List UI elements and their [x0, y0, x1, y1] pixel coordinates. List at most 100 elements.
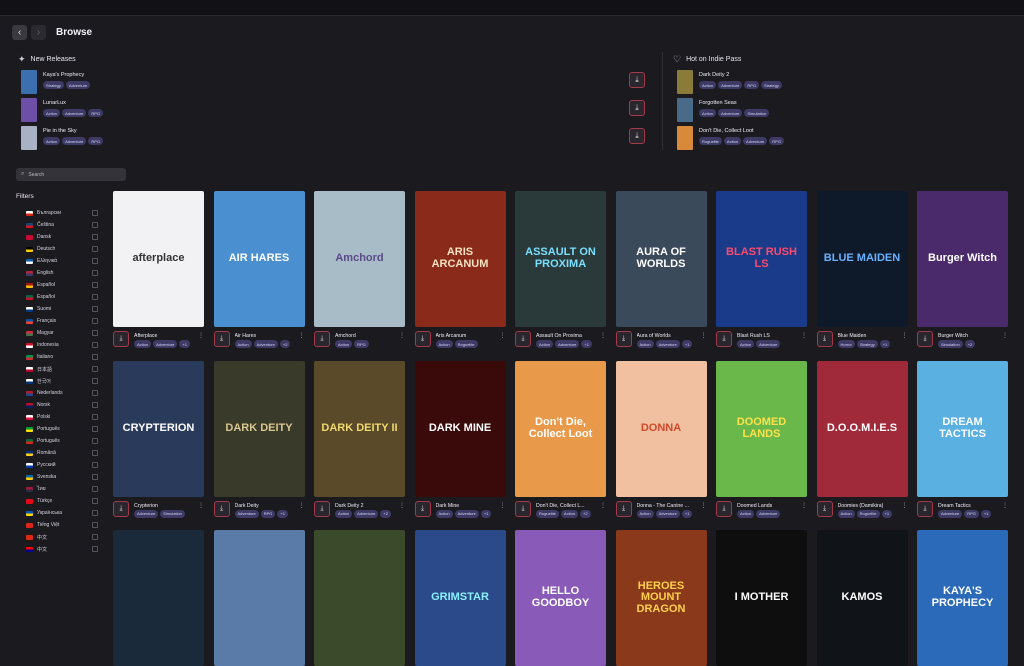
game-card[interactable]: DONNA ⤓ Donna - The Canine ... ⋮ Action Adven…: [615, 360, 707, 523]
language-checkbox[interactable]: [92, 222, 98, 228]
game-cover[interactable]: KAYA'S PROPHECY: [917, 530, 1008, 666]
game-cover[interactable]: HELLO GOODBOY: [515, 530, 606, 666]
language-checkbox[interactable]: [92, 390, 98, 396]
language-filter-item[interactable]: Türkçe: [26, 495, 100, 507]
language-checkbox[interactable]: [92, 486, 98, 492]
download-button[interactable]: ⤓: [213, 331, 230, 347]
more-options-icon[interactable]: ⋮: [500, 332, 506, 339]
language-filter-item[interactable]: Português: [26, 423, 100, 435]
language-filter-item[interactable]: Svenska: [26, 471, 100, 483]
language-checkbox[interactable]: [92, 270, 98, 276]
game-card[interactable]: BLAST RUSH LS ⤓ Blast Rush LS ⋮ Action Advent…: [716, 191, 807, 353]
language-checkbox[interactable]: [92, 522, 98, 528]
more-options-icon[interactable]: ⋮: [701, 332, 707, 339]
game-card[interactable]: D.O.O.M.I.E.S ⤓ Doomies (Damikira) ⋮ Action R…: [816, 360, 908, 523]
more-options-icon[interactable]: ⋮: [902, 332, 908, 339]
game-cover[interactable]: [213, 530, 305, 666]
game-card[interactable]: HEROES MOUNT DRAGON: [615, 530, 707, 666]
game-card[interactable]: ARIS ARCANUM ⤓ Aris Arcanum ⋮ Action Roguelit…: [414, 191, 506, 353]
game-cover[interactable]: Amchord: [314, 191, 405, 327]
download-button[interactable]: ⤓: [816, 331, 833, 347]
more-options-icon[interactable]: ⋮: [299, 502, 305, 509]
language-filter-item[interactable]: ไทย: [26, 483, 100, 495]
language-filter-item[interactable]: Nederlands: [26, 387, 100, 399]
download-button[interactable]: ⤓: [816, 500, 833, 517]
download-button[interactable]: ⤓: [629, 100, 645, 116]
more-options-icon[interactable]: ⋮: [600, 502, 606, 509]
game-cover[interactable]: ARIS ARCANUM: [414, 191, 506, 327]
language-checkbox[interactable]: [92, 546, 98, 552]
download-button[interactable]: ⤓: [515, 331, 531, 347]
game-card[interactable]: DARK MINE ⤓ Dark Mine ⋮ Action Adventure +1: [414, 360, 506, 523]
language-checkbox[interactable]: [92, 534, 98, 540]
language-checkbox[interactable]: [92, 258, 98, 264]
game-card[interactable]: KAYA'S PROPHECY: [917, 530, 1008, 666]
game-cover[interactable]: Don't Die, Collect Loot: [515, 360, 606, 497]
release-row[interactable]: Kaya's Prophecy Strategy Adventure: [21, 70, 91, 96]
more-options-icon[interactable]: ⋮: [198, 502, 204, 509]
game-card[interactable]: I MOTHER: [716, 530, 807, 666]
language-filter-item[interactable]: Deutsch: [26, 243, 100, 255]
language-filter-item[interactable]: Français: [26, 315, 100, 327]
download-button[interactable]: ⤓: [314, 500, 330, 517]
language-filter-item[interactable]: Русский: [26, 459, 100, 471]
language-filter-item[interactable]: Magyar: [26, 327, 100, 339]
download-button[interactable]: ⤓: [629, 72, 645, 88]
more-options-icon[interactable]: ⋮: [701, 502, 707, 509]
download-button[interactable]: ⤓: [629, 128, 645, 144]
download-button[interactable]: ⤓: [917, 500, 933, 517]
search-input[interactable]: [28, 171, 119, 178]
more-options-icon[interactable]: ⋮: [600, 332, 606, 339]
language-checkbox[interactable]: [92, 330, 98, 336]
game-cover[interactable]: BLAST RUSH LS: [716, 191, 807, 327]
game-cover[interactable]: afterplace: [113, 191, 204, 327]
game-card[interactable]: Amchord ⤓ Amchord ⋮ Action RPG: [314, 191, 405, 353]
language-checkbox[interactable]: [92, 450, 98, 456]
game-card[interactable]: KAMOS: [816, 530, 908, 666]
game-card[interactable]: AURA OF WORLDS ⤓ Aura of Worlds ⋮ Action Adve…: [615, 191, 707, 353]
language-filter-item[interactable]: Suomi: [26, 303, 100, 315]
more-options-icon[interactable]: ⋮: [801, 332, 807, 339]
search-box[interactable]: ⌕: [16, 168, 126, 181]
download-button[interactable]: ⤓: [515, 500, 531, 517]
game-cover[interactable]: DARK DEITY II: [314, 360, 405, 497]
language-filter-item[interactable]: Italiano: [26, 351, 100, 363]
download-button[interactable]: ⤓: [414, 500, 431, 517]
game-card[interactable]: BLUE MAIDEN ⤓ Blue Maiden ⋮ Horror Strategy +1: [816, 191, 908, 353]
game-cover[interactable]: ASSAULT ON PROXIMA: [515, 191, 606, 327]
game-card[interactable]: ASSAULT ON PROXIMA ⤓ Assault On Proxima ⋮ Ac…: [515, 191, 606, 353]
game-cover[interactable]: DREAM TACTICS: [917, 360, 1008, 497]
release-row[interactable]: Forgotten Seas Action Adventure Simulation: [677, 98, 770, 124]
game-card[interactable]: CRYPTERION ⤓ Crypterion ⋮ Adventure Simulatio…: [113, 360, 204, 523]
forward-button[interactable]: ›: [31, 25, 46, 40]
release-row[interactable]: Don't Die, Collect Loot Roguelite Action Ad…: [677, 126, 784, 152]
download-button[interactable]: ⤓: [414, 331, 431, 347]
more-options-icon[interactable]: ⋮: [1002, 502, 1008, 509]
release-row[interactable]: LunarLux Action Adventure RPG: [21, 98, 104, 124]
game-cover[interactable]: AIR HARES: [213, 191, 305, 327]
game-cover[interactable]: BLUE MAIDEN: [816, 191, 908, 327]
language-checkbox[interactable]: [92, 318, 98, 324]
game-cover[interactable]: AURA OF WORLDS: [615, 191, 707, 327]
back-button[interactable]: ‹: [12, 25, 27, 40]
game-cover[interactable]: GRIMSTAR: [414, 530, 506, 666]
game-card[interactable]: HELLO GOODBOY: [515, 530, 606, 666]
language-checkbox[interactable]: [92, 462, 98, 468]
game-card[interactable]: [314, 530, 405, 666]
more-options-icon[interactable]: ⋮: [299, 332, 305, 339]
more-options-icon[interactable]: ⋮: [902, 502, 908, 509]
language-checkbox[interactable]: [92, 414, 98, 420]
game-cover[interactable]: [113, 530, 204, 666]
language-filter-item[interactable]: Tiếng Việt: [26, 519, 100, 531]
game-cover[interactable]: [314, 530, 405, 666]
game-cover[interactable]: DARK MINE: [414, 360, 506, 497]
download-button[interactable]: ⤓: [716, 331, 732, 347]
game-card[interactable]: Don't Die, Collect Loot ⤓ Don't Die, Colle…: [515, 360, 606, 523]
download-button[interactable]: ⤓: [615, 500, 632, 517]
language-checkbox[interactable]: [92, 306, 98, 312]
game-card[interactable]: DARK DEITY II ⤓ Dark Deity 2 ⋮ Action Adventu…: [314, 360, 405, 523]
language-filter-item[interactable]: Español: [26, 279, 100, 291]
language-filter-item[interactable]: 中文: [26, 531, 100, 543]
language-filter-item[interactable]: Español: [26, 291, 100, 303]
language-filter-item[interactable]: Polski: [26, 411, 100, 423]
